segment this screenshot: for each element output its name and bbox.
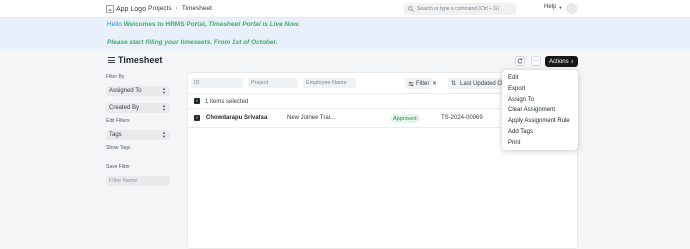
refresh-icon <box>517 58 523 64</box>
menu-item-export[interactable]: Export <box>508 86 525 92</box>
actions-button[interactable]: Actions ⇕ <box>545 56 578 67</box>
row-checkbox[interactable]: ✓ <box>194 115 200 121</box>
banner-line-2: Please start filling your timeseets. Fro… <box>107 39 278 46</box>
avatar[interactable] <box>566 3 577 14</box>
employee-name-filter-input[interactable]: Employee Name <box>303 78 356 88</box>
menu-item-assign-to[interactable]: Assign To <box>508 97 534 103</box>
app-logo[interactable]: App Logo <box>106 4 146 14</box>
chevron-up-down-icon: ▲ ▼ <box>162 130 166 139</box>
menu-item-print[interactable]: Print <box>508 140 520 146</box>
refresh-button[interactable] <box>515 56 525 66</box>
banner-line-1: Hello Welcomes to HRMS Portal, Timesheet… <box>107 21 300 28</box>
breadcrumb-separator-icon: › <box>142 5 145 12</box>
chevron-up-down-icon: ▲ ▼ <box>162 86 166 95</box>
breadcrumb-projects[interactable]: Projects <box>148 5 171 12</box>
employee-name-cell[interactable]: Chowdarapu Srivatsa <box>206 115 267 121</box>
actions-label: Actions <box>548 58 569 65</box>
banner-hello: Hello <box>107 21 122 28</box>
show-tags-link[interactable]: Show Tags <box>106 145 130 151</box>
help-dropdown[interactable]: Help ▼ <box>544 4 562 10</box>
breadcrumb-separator-icon: › <box>175 5 178 12</box>
select-all-checkbox[interactable]: ✓ <box>194 98 200 104</box>
breadcrumb-timesheet[interactable]: Timesheet <box>182 5 212 12</box>
created-by-select[interactable]: Created By ▲ ▼ <box>106 103 170 113</box>
clear-filter-icon[interactable]: ✕ <box>432 80 437 87</box>
id-filter-input[interactable]: ID <box>191 78 243 88</box>
menu-item-clear-assignment[interactable]: Clear Assignment <box>508 107 555 113</box>
sort-button[interactable]: ⇅ Last Updated On <box>448 78 508 89</box>
banner-welcome-italic: Timesheet Portal is Live Now. <box>208 21 300 28</box>
sort-label: Last Updated On <box>460 80 506 87</box>
save-filter-label: Save Filter <box>106 164 130 170</box>
more-options-button[interactable]: ··· <box>531 56 541 66</box>
menu-item-edit[interactable]: Edit <box>508 75 518 81</box>
breadcrumb: › Projects › Timesheet <box>142 5 212 12</box>
filter-label: Filter <box>416 80 430 87</box>
help-label: Help <box>544 4 557 10</box>
navbar <box>0 0 690 18</box>
broken-image-icon <box>106 5 114 13</box>
banner-welcome: Welcomes to HRMS Portal, <box>123 21 207 28</box>
more-icon: ··· <box>533 58 539 64</box>
menu-item-add-tags[interactable]: Add Tags <box>508 129 533 135</box>
filter-name-input[interactable]: Filter Name <box>106 176 170 186</box>
menu-item-apply-assignment-rule[interactable]: Apply Assignment Rule <box>508 118 570 124</box>
page-title: Timesheet <box>118 55 163 65</box>
chevron-up-down-icon: ⇕ <box>570 59 575 64</box>
status-badge: Approved <box>390 114 420 123</box>
tags-label: Tags <box>109 132 122 138</box>
sidebar-toggle-icon[interactable] <box>108 57 115 63</box>
search-input[interactable]: Search or type a command (Ctrl + G) <box>404 3 516 15</box>
filter-icon <box>408 81 414 86</box>
chevron-up-down-icon: ▲ ▼ <box>162 103 166 112</box>
project-filter-input[interactable]: Project <box>248 78 298 88</box>
chevron-down-icon: ▼ <box>558 4 563 10</box>
search-placeholder: Search or type a command (Ctrl + G) <box>417 6 500 12</box>
created-by-label: Created By <box>109 105 140 111</box>
tags-select[interactable]: Tags ▲ ▼ <box>106 130 170 140</box>
filter-by-label: Filter By <box>106 74 125 80</box>
project-cell: New Joinee Trai... <box>287 115 336 121</box>
search-icon <box>408 6 414 12</box>
announcement-banner <box>0 18 690 49</box>
sort-direction-icon: ⇅ <box>451 81 457 87</box>
assigned-to-label: Assigned To <box>109 88 142 94</box>
filter-button[interactable]: Filter <box>405 78 432 89</box>
timesheet-id-cell: TS-2024-00069 <box>441 115 483 121</box>
assigned-to-select[interactable]: Assigned To ▲ ▼ <box>106 86 170 96</box>
edit-filters-link[interactable]: Edit Filters <box>106 118 130 124</box>
selected-count: 1 items selected <box>205 99 249 105</box>
